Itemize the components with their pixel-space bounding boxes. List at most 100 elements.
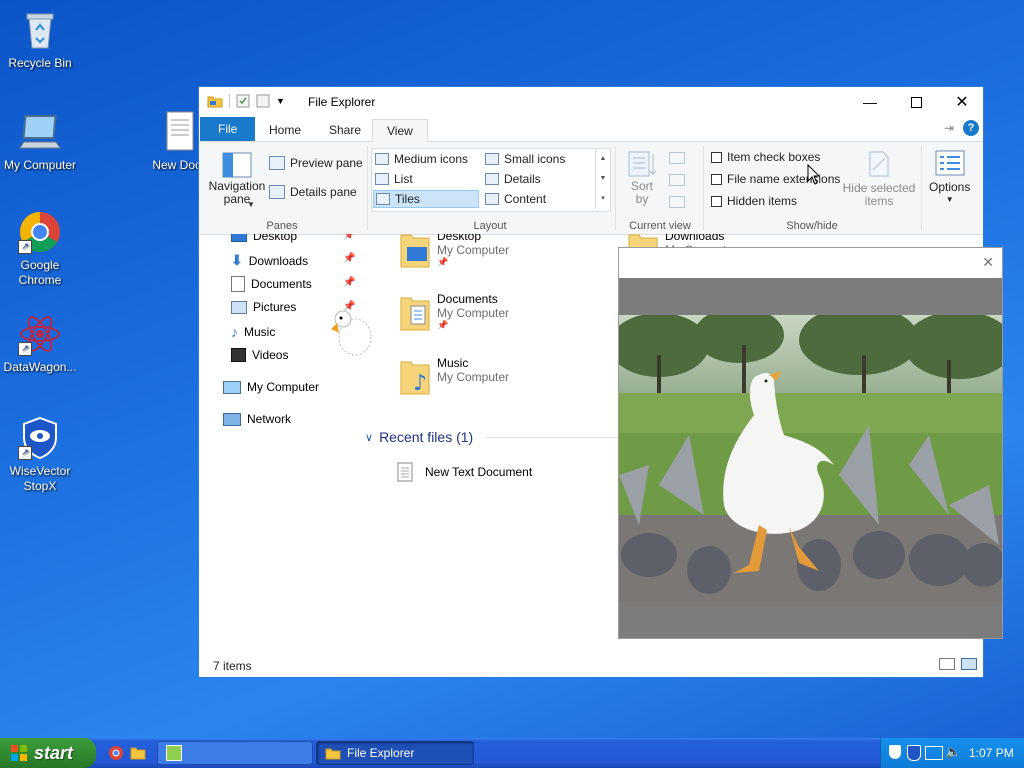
- layout-details[interactable]: Details: [485, 172, 541, 186]
- windows-logo-icon: [11, 745, 27, 761]
- desktop-icon-wisevector[interactable]: ↗ WiseVector StopX: [0, 416, 80, 494]
- details-view-icon[interactable]: [939, 658, 955, 670]
- network-tray-icon[interactable]: [925, 746, 943, 760]
- navigation-pane-dropdown-icon[interactable]: ▼: [247, 200, 255, 209]
- layout-small-icons[interactable]: Small icons: [485, 152, 565, 166]
- desktop-icon-label: Google Chrome: [18, 258, 62, 287]
- folder-icon: [399, 292, 430, 331]
- desktop-icon-label: Recycle Bin: [8, 56, 72, 70]
- group-by-icon[interactable]: [669, 152, 685, 164]
- customize-toolbar-icon[interactable]: ▼: [276, 96, 285, 106]
- medium-icons-icon: [375, 153, 389, 165]
- mouse-cursor-icon: [807, 164, 821, 185]
- tab-view[interactable]: View: [372, 119, 428, 143]
- music-icon: ♪: [231, 324, 238, 340]
- checkbox-unchecked-icon: [711, 195, 722, 207]
- taskbar: start File Explorer 🔈 1:07 PM: [0, 738, 1024, 768]
- ribbon-separator: [703, 146, 704, 230]
- explorer-quicklaunch-icon[interactable]: [130, 745, 146, 761]
- preview-pane-button[interactable]: Preview pane: [269, 156, 363, 170]
- start-button[interactable]: start: [0, 738, 96, 768]
- layout-scroll[interactable]: ▲ ▼ ▾: [595, 149, 610, 209]
- tab-file[interactable]: File: [200, 117, 256, 141]
- nav-item-pictures[interactable]: Pictures: [231, 300, 296, 314]
- recent-file-item[interactable]: New Text Document: [397, 462, 532, 482]
- folder-tile-music[interactable]: ♪ Music My Computer: [399, 356, 509, 396]
- videos-icon: [231, 348, 246, 362]
- list-icon: [375, 173, 389, 185]
- options-button[interactable]: Options ▼: [929, 150, 970, 204]
- nav-item-my-computer[interactable]: My Computer: [223, 380, 319, 394]
- help-icon[interactable]: ?: [963, 120, 979, 136]
- clock[interactable]: 1:07 PM: [969, 746, 1014, 760]
- nav-item-music[interactable]: ♪ Music: [231, 324, 275, 340]
- computer-icon: [223, 380, 241, 394]
- tab-share[interactable]: Share: [315, 119, 375, 141]
- new-folder-icon[interactable]: [256, 94, 270, 108]
- maximize-button[interactable]: [893, 87, 939, 117]
- taskbar-item-file-explorer[interactable]: File Explorer: [316, 741, 474, 765]
- title-bar[interactable]: ▼ File Explorer — ✕: [199, 87, 983, 117]
- add-columns-icon[interactable]: [669, 174, 685, 186]
- ribbon-separator: [367, 146, 368, 230]
- close-button[interactable]: ✕: [939, 87, 985, 117]
- close-icon[interactable]: ✕: [982, 254, 994, 271]
- group-label-show-hide: Show/hide: [786, 220, 838, 232]
- downloads-icon: ⬇: [231, 252, 243, 268]
- desktop-icon-label: WiseVector StopX: [9, 464, 71, 493]
- layout-medium-icons[interactable]: Medium icons: [375, 152, 468, 166]
- security-shield-icon[interactable]: [889, 745, 901, 759]
- checkbox-unchecked-icon: [711, 151, 722, 163]
- wisevector-icon: ↗: [18, 416, 62, 460]
- nav-item-videos[interactable]: Videos: [231, 348, 288, 362]
- desktop-icon-datawagon[interactable]: ↗ DataWagon...: [0, 312, 80, 375]
- item-check-boxes-toggle[interactable]: Item check boxes: [711, 150, 820, 164]
- folder-tile-desktop[interactable]: Desktop My Computer 📌: [399, 234, 509, 268]
- taskbar-item-notes[interactable]: [157, 741, 313, 765]
- desktop-icon-recycle-bin[interactable]: Recycle Bin: [0, 8, 80, 71]
- tab-home[interactable]: Home: [255, 119, 315, 141]
- volume-icon[interactable]: 🔈: [945, 744, 961, 760]
- hidden-items-toggle[interactable]: Hidden items: [711, 194, 797, 208]
- text-document-icon: [397, 462, 413, 482]
- nav-item-network[interactable]: Network: [223, 412, 291, 426]
- text-document-icon: [165, 110, 195, 154]
- maximize-icon: [910, 96, 922, 108]
- chevron-down-icon: ∨: [365, 431, 374, 444]
- folder-icon: ♪: [399, 356, 430, 396]
- layout-gallery: Medium icons Small icons List Details Ti…: [371, 148, 611, 212]
- goose-video-frame[interactable]: [619, 315, 1002, 602]
- chrome-quicklaunch-icon[interactable]: [108, 745, 124, 761]
- notes-app-icon: [166, 745, 182, 761]
- small-icons-icon: [485, 153, 499, 165]
- nav-item-desktop[interactable]: Desktop: [231, 234, 297, 243]
- folder-tile-documents[interactable]: Documents My Computer 📌: [399, 292, 509, 331]
- properties-icon[interactable]: [236, 94, 250, 108]
- system-tray: 🔈 1:07 PM: [880, 738, 1024, 768]
- group-label-layout: Layout: [473, 220, 507, 232]
- nav-item-downloads[interactable]: ⬇ Downloads: [231, 252, 308, 269]
- hide-selected-items-button[interactable]: Hide selected items: [841, 150, 917, 208]
- nav-item-documents[interactable]: Documents: [231, 276, 312, 292]
- navigation-pane-icon: [222, 152, 252, 178]
- navigation-pane-button[interactable]: Navigation pane: [207, 152, 267, 206]
- folder-app-icon: [325, 748, 341, 760]
- layout-list[interactable]: List: [375, 172, 413, 186]
- pin-ribbon-icon[interactable]: ⇥: [944, 121, 954, 135]
- sort-by-button[interactable]: Sort by: [627, 150, 657, 206]
- layout-tiles[interactable]: Tiles: [373, 190, 479, 208]
- minimize-button[interactable]: —: [847, 87, 893, 117]
- desktop-icon-my-computer[interactable]: My Computer: [0, 110, 80, 173]
- options-dropdown-icon: ▼: [945, 195, 954, 204]
- folder-icon: [399, 234, 430, 268]
- desktop-icon-label: My Computer: [3, 158, 77, 172]
- pin-icon: 📌: [437, 320, 449, 330]
- large-icons-view-icon[interactable]: [961, 658, 977, 670]
- sort-icon: [628, 151, 657, 177]
- size-columns-icon[interactable]: [669, 196, 685, 208]
- desktop-icon-chrome[interactable]: ↗ Google Chrome: [0, 210, 80, 288]
- video-title-bar[interactable]: ✕: [619, 248, 1002, 278]
- wisevector-tray-icon[interactable]: [907, 745, 921, 761]
- details-pane-button[interactable]: Details pane: [269, 185, 357, 199]
- layout-content[interactable]: Content: [485, 192, 546, 206]
